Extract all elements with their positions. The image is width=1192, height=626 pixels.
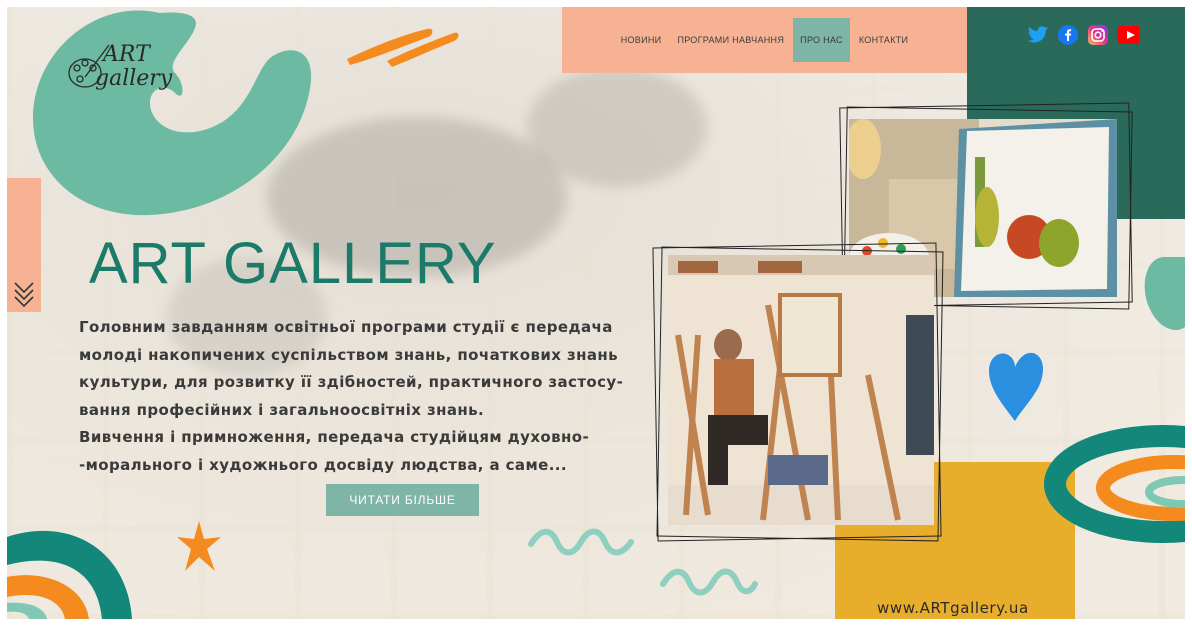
svg-text:gallery: gallery [95,66,173,91]
paragraph-line: -морального і художнього досвіду людства… [79,455,567,474]
nav-item-about[interactable]: ПРО НАС [793,18,850,62]
paragraph-line: Головним завданням освітньої програми ст… [79,318,613,336]
paragraph-line: вання професійних і загальноосвітніх зна… [79,400,485,419]
mint-squiggle-decoration [528,528,634,556]
top-navigation-bar: НОВИНИ ПРОГРАМИ НАВЧАННЯ ПРО НАС КОНТАКТ… [562,7,967,73]
orange-star-decoration [177,521,221,571]
paragraph-line: Вивчення і примноження, передача студійц… [79,428,590,446]
nav-item-news[interactable]: НОВИНИ [614,18,669,62]
intro-paragraph: Головним завданням освітньої програми ст… [79,314,624,479]
social-links [1027,24,1139,46]
mint-squiggle-decoration [660,568,758,596]
svg-text:ART: ART [101,42,152,67]
page: ART gallery НОВИНИ ПРОГРАМИ НАВЧАННЯ ПРО… [7,7,1185,619]
page-title: ART GALLERY [89,231,497,296]
background-shade [527,67,707,187]
paragraph-line: культури, для розвитку її здібностей, пр… [79,373,624,391]
paragraph-line: молоді накопичених суспільством знань, п… [79,345,619,364]
twitter-icon[interactable] [1027,24,1049,46]
teal-orange-arc-decoration [1044,425,1185,543]
teal-orange-corner-arc [7,530,132,619]
mint-blob-decoration [1144,257,1185,331]
read-more-button[interactable]: ЧИТАТИ БІЛЬШЕ [326,484,479,516]
chevron-down-icon[interactable] [12,279,36,309]
nav-item-programs[interactable]: ПРОГРАМИ НАВЧАННЯ [670,18,791,62]
orange-brush-strokes [347,28,459,67]
blue-heart-decoration [989,352,1043,421]
instagram-icon[interactable] [1087,24,1109,46]
facebook-icon[interactable] [1057,24,1079,46]
art-gallery-logo: ART gallery [68,42,173,91]
site-url: www.ARTgallery.ua [877,599,1029,617]
students-at-easels-photo [668,255,934,525]
youtube-icon[interactable] [1117,24,1139,46]
nav-item-contacts[interactable]: КОНТАКТИ [852,18,915,62]
